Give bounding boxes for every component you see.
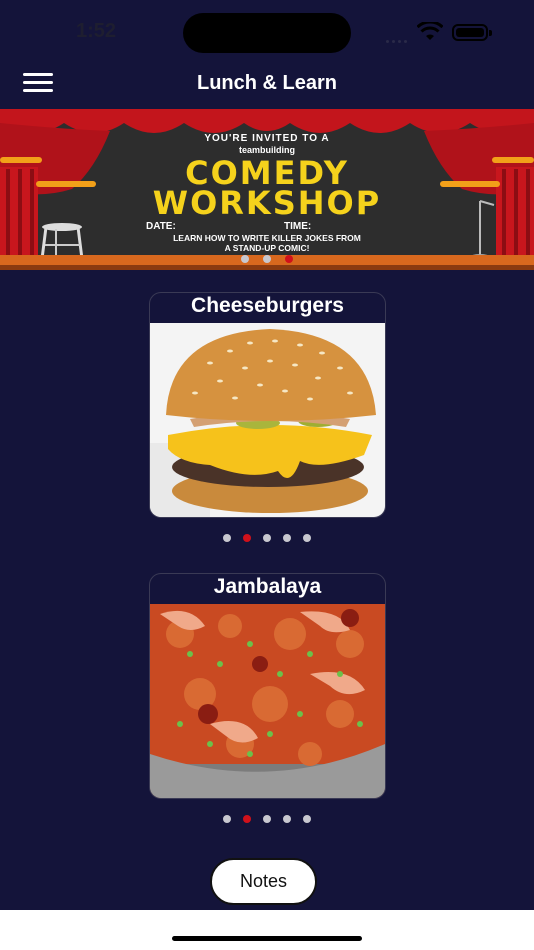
menu-card-cheeseburgers[interactable]: Cheeseburgers — [149, 292, 386, 518]
card-pager-dot-active[interactable] — [243, 814, 251, 823]
card-pager-dot-active[interactable] — [243, 533, 251, 542]
card-pager-dot[interactable] — [283, 533, 291, 542]
page-title: Lunch & Learn — [196, 72, 337, 94]
banner-date-label: DATE: — [146, 221, 176, 232]
cheeseburger-photo — [150, 323, 385, 517]
banner-pager-dot[interactable] — [263, 254, 271, 263]
menu-card-jambalaya[interactable]: Jambalaya — [149, 573, 386, 799]
banner-description-line-1: LEARN HOW TO WRITE KILLER JOKES FROM — [173, 233, 361, 243]
banner-invite-text: YOU'RE INVITED TO A — [204, 133, 330, 144]
wifi-icon — [417, 22, 443, 40]
card-pager-cheeseburgers — [0, 529, 534, 547]
banner-pager-dot[interactable] — [241, 254, 249, 263]
card-title: Cheeseburgers — [191, 294, 344, 317]
banner-time-label: TIME: — [284, 221, 312, 232]
home-indicator[interactable] — [172, 936, 362, 941]
card-pager-dot[interactable] — [223, 533, 231, 542]
card-pager-dot[interactable] — [263, 533, 271, 542]
status-bar: 1:52 — [0, 0, 534, 60]
card-pager-jambalaya — [0, 810, 534, 828]
banner-pager-dot-active[interactable] — [285, 254, 293, 263]
signal-icon — [386, 30, 410, 43]
card-pager-dot[interactable] — [303, 533, 311, 542]
jambalaya-photo — [150, 604, 385, 798]
event-banner[interactable]: YOU'RE INVITED TO A teambuilding COMEDY … — [0, 109, 534, 270]
banner-pager — [0, 250, 534, 268]
card-title: Jambalaya — [213, 575, 322, 598]
card-pager-dot[interactable] — [223, 814, 231, 823]
notes-button[interactable]: Notes — [210, 858, 317, 905]
card-pager-dot[interactable] — [283, 814, 291, 823]
status-time: 1:52 — [76, 20, 117, 42]
battery-icon — [452, 24, 492, 41]
card-pager-dot[interactable] — [263, 814, 271, 823]
home-indicator-area — [0, 910, 534, 950]
banner-headline-workshop: WORKSHOP — [152, 184, 382, 222]
dynamic-island — [183, 13, 351, 53]
card-pager-dot[interactable] — [303, 814, 311, 823]
